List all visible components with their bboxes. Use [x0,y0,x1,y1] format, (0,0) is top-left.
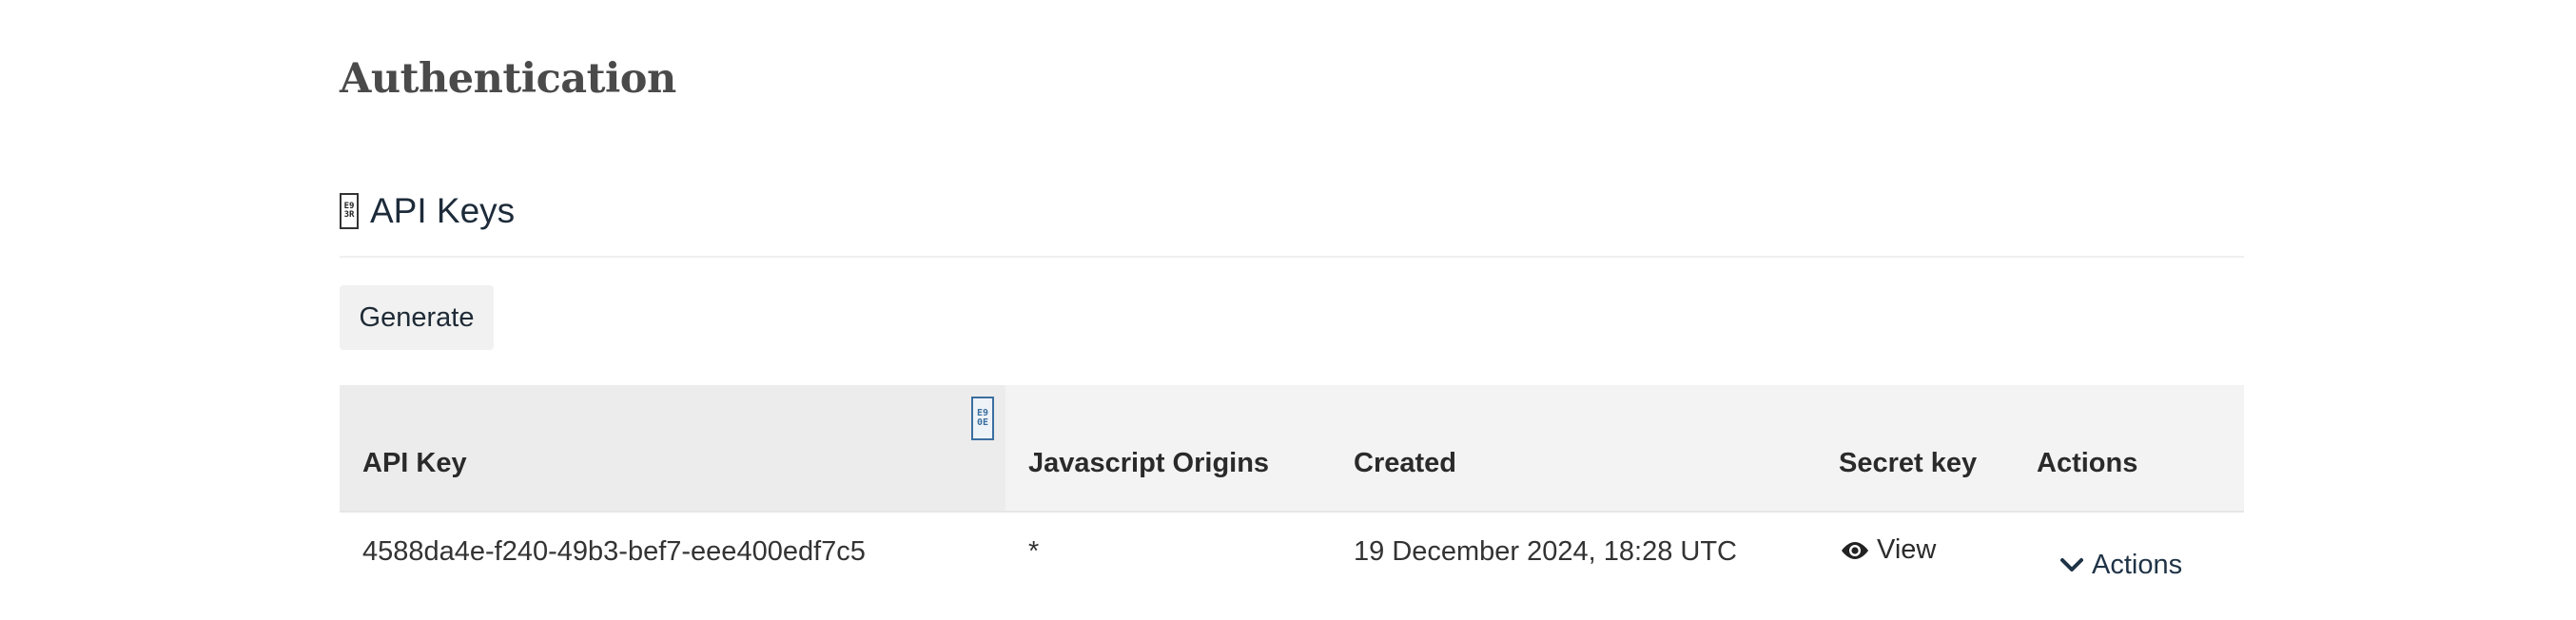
column-header-actions: Actions [2014,385,2244,512]
actions-dropdown[interactable]: Actions [2059,550,2182,581]
page-title: Authentication [340,55,676,103]
column-label: API Key [362,448,467,478]
actions-cell: Actions [2014,512,2244,591]
chevron-down-icon [2060,558,2083,572]
column-label: Created [1354,448,1456,478]
sort-icon[interactable]: E9 0E [971,397,994,440]
view-secret-button[interactable]: View [1839,534,1936,566]
column-label: Javascript Origins [1028,448,1270,478]
column-label: Secret key [1839,448,1978,478]
table-row: 4588da4e-f240-49b3-bef7-eee400edf7c5 * 1… [340,512,2244,591]
missing-glyph-icon: E9 3R [340,193,359,229]
eye-icon [1842,541,1868,559]
column-header-api-key[interactable]: API Key E9 0E [340,385,1005,512]
generate-button[interactable]: Generate [340,285,494,350]
actions-label: Actions [2092,549,2183,580]
section-divider [340,256,2244,258]
column-header-origins: Javascript Origins [1005,385,1331,512]
column-header-created: Created [1331,385,1816,512]
column-label: Actions [2037,448,2138,478]
origins-cell: * [1028,536,1040,567]
section-title: API Keys [370,191,516,230]
section-header: E9 3R API Keys [340,183,515,240]
view-label: View [1877,534,1937,566]
api-key-cell: 4588da4e-f240-49b3-bef7-eee400edf7c5 [362,536,866,567]
secret-key-cell: View [1816,512,2014,591]
table-header-row: API Key E9 0E Javascript Origins Created… [340,385,2244,512]
column-header-secret-key: Secret key [1816,385,2014,512]
api-keys-table: API Key E9 0E Javascript Origins Created… [340,385,2244,591]
created-cell: 19 December 2024, 18:28 UTC [1354,536,1737,567]
